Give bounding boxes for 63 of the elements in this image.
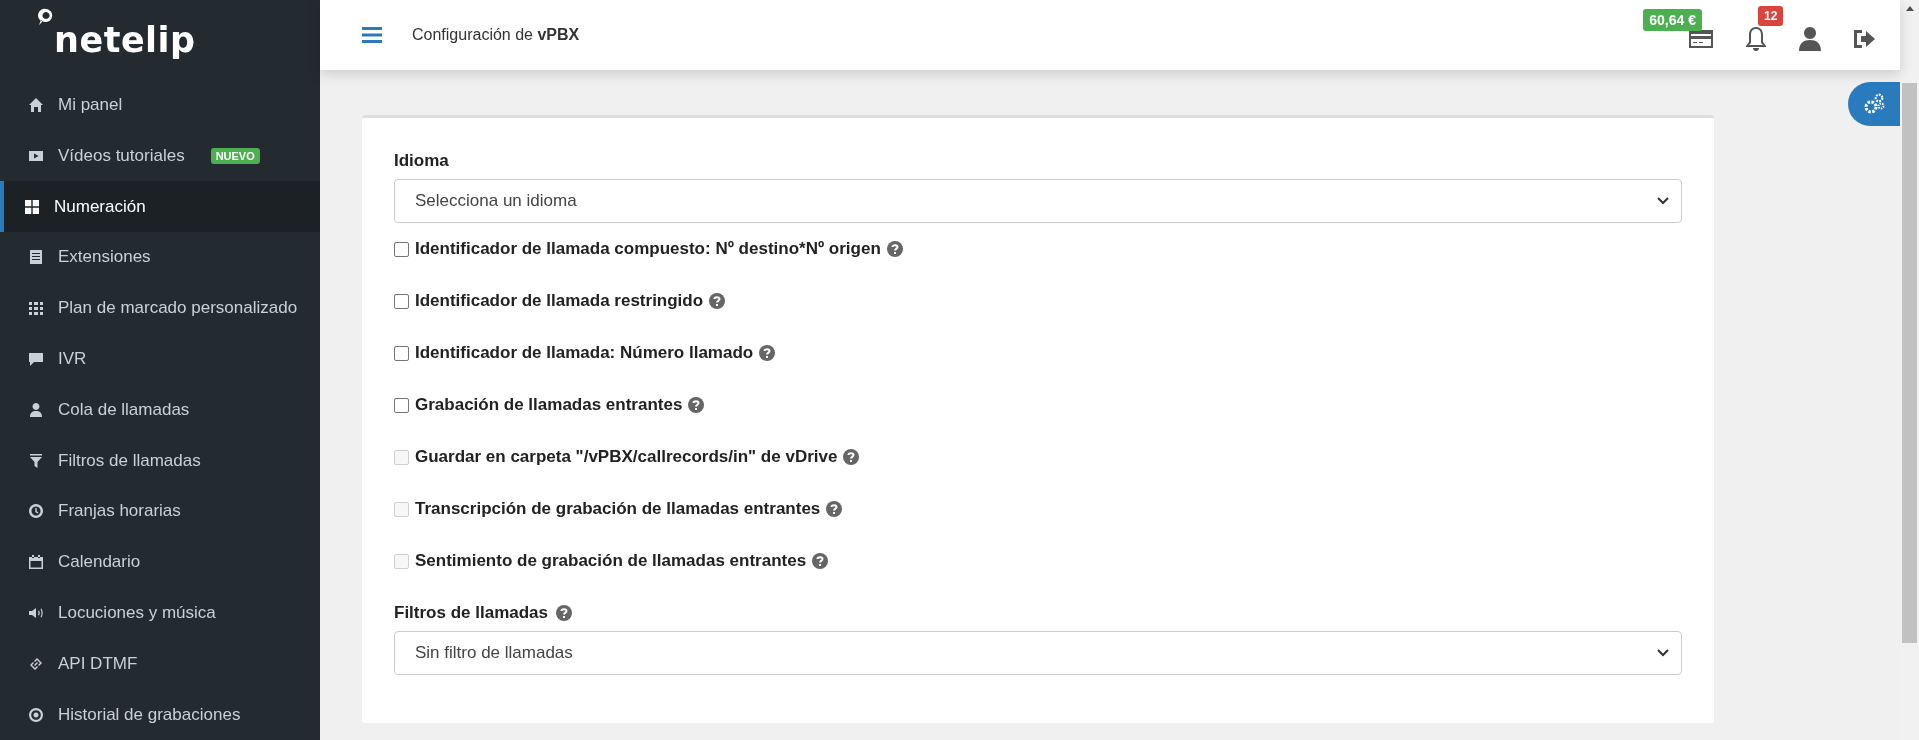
help-icon[interactable]	[826, 501, 843, 517]
sidebar-item[interactable]: IVR	[0, 333, 320, 385]
sidebar-item[interactable]: API DTMF	[0, 638, 320, 690]
brand-logo[interactable]: netelip	[54, 20, 196, 60]
help-icon[interactable]	[759, 345, 776, 361]
credit-card-icon[interactable]	[1688, 29, 1714, 49]
call-filter-select[interactable]: Sin filtro de llamadas	[394, 631, 1682, 675]
checkbox-label: Sentimiento de grabación de llamadas entrantes	[415, 551, 807, 571]
checkbox-label: Transcripción de grabación de llamadas entrantes	[415, 499, 821, 519]
clock-icon	[28, 503, 44, 520]
notification-badge: 12	[1758, 6, 1784, 26]
gears-icon	[1862, 92, 1886, 116]
sidebar-item[interactable]: Mi panel	[0, 79, 320, 131]
link-icon	[28, 655, 44, 672]
balance-badge: 60,64 €	[1643, 9, 1702, 31]
logo-pin-icon	[38, 8, 54, 26]
sidebar-item[interactable]: Filtros de llamadas	[0, 435, 320, 487]
help-icon[interactable]	[556, 605, 572, 621]
user-icon[interactable]	[1798, 26, 1822, 52]
page-title: Configuración de vPBX	[412, 26, 580, 44]
sidebar-item[interactable]: Calendario	[0, 536, 320, 588]
help-icon[interactable]	[812, 553, 829, 569]
sidebar-item[interactable]: Franjas horarias	[0, 486, 320, 537]
settings-button[interactable]	[1848, 82, 1900, 126]
menu-icon[interactable]	[362, 27, 382, 43]
sidebar-item[interactable]: Historial de grabaciones	[0, 689, 320, 740]
sidebar-item[interactable]: Numeración	[0, 181, 320, 233]
grid-icon	[28, 300, 44, 317]
sidebar-item[interactable]: Extensiones	[0, 232, 320, 283]
list-icon	[28, 249, 44, 266]
checkbox-label: Guardar en carpeta "/vPBX/callrecords/in" de vDrive	[415, 447, 838, 467]
help-icon[interactable]	[688, 397, 705, 413]
checkbox-label: Identificador de llamada restringido	[415, 291, 704, 311]
chevron-down-icon	[1657, 197, 1669, 205]
checkbox[interactable]	[394, 397, 409, 413]
sidebar-item[interactable]: Vídeos tutoriales NUEVO	[0, 130, 320, 182]
logout-icon[interactable]	[1852, 28, 1876, 50]
new-badge: NUEVO	[210, 147, 260, 164]
help-icon[interactable]	[886, 241, 903, 257]
checkbox-label: Grabación de llamadas entrantes	[415, 395, 683, 415]
home-icon	[28, 97, 44, 114]
checkbox[interactable]	[394, 345, 409, 361]
sidebar-item[interactable]: Locuciones y música	[0, 587, 320, 639]
sidebar-item[interactable]: Plan de marcado personalizado	[0, 282, 320, 334]
scroll-up-icon[interactable]	[1905, 6, 1914, 11]
field-label: Idioma	[394, 151, 450, 171]
calendar-icon	[28, 554, 44, 571]
filter-icon	[28, 452, 44, 469]
field-label: Filtros de llamadas	[394, 603, 548, 623]
checkbox-label: Identificador de llamada compuesto: Nº destino*Nº origen	[415, 239, 881, 259]
chat-icon	[28, 351, 44, 368]
checkbox[interactable]	[394, 241, 409, 257]
user-icon	[28, 401, 44, 418]
grid-icon	[24, 198, 40, 215]
target-icon	[28, 706, 44, 723]
chevron-down-icon	[1657, 649, 1669, 657]
help-icon[interactable]	[709, 293, 726, 309]
checkbox[interactable]	[394, 293, 409, 309]
checkbox-label: Identificador de llamada: Número llamado	[415, 343, 754, 363]
sidebar-item[interactable]: Cola de llamadas	[0, 384, 320, 436]
language-select[interactable]: Selecciona un idioma	[394, 179, 1682, 223]
bell-icon[interactable]	[1744, 26, 1768, 52]
help-icon[interactable]	[843, 449, 860, 465]
